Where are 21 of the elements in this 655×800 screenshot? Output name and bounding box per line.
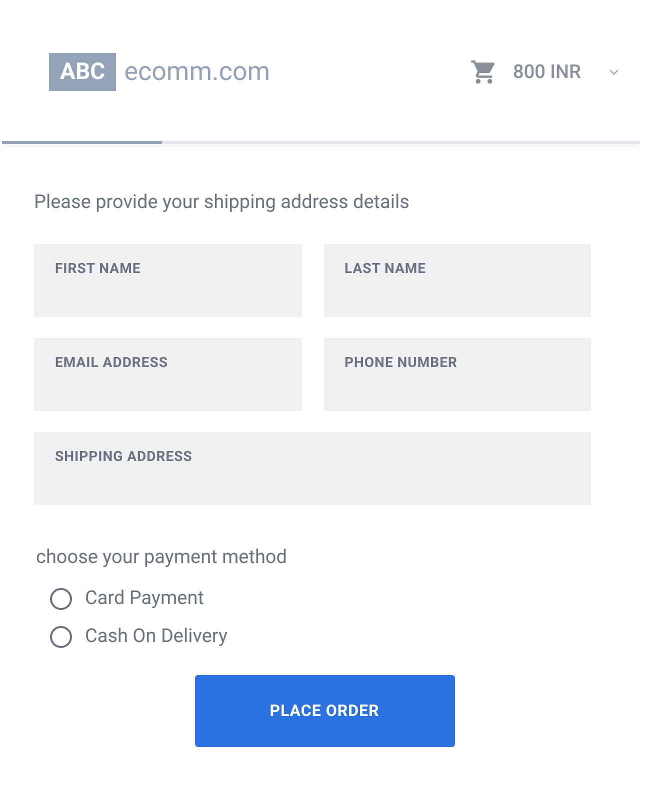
form-heading: Please provide your shipping address details xyxy=(34,190,410,214)
input-field[interactable]: EMAIL ADDRESS xyxy=(34,338,302,411)
field-label: FIRST NAME xyxy=(55,261,141,277)
logo-text: ecomm.com xyxy=(124,56,270,88)
field-label: EMAIL ADDRESS xyxy=(55,355,168,371)
input-field[interactable]: LAST NAME xyxy=(324,244,591,317)
input-field[interactable]: FIRST NAME xyxy=(34,244,302,317)
field-label: PHONE NUMBER xyxy=(344,355,458,371)
radio-label: Cash On Delivery xyxy=(85,623,228,650)
cart-total: 800 INR xyxy=(513,58,581,85)
chevron-down-icon[interactable] xyxy=(609,69,619,75)
logo-badge: ABC xyxy=(49,53,116,91)
input-field[interactable]: SHIPPING ADDRESS xyxy=(34,432,591,505)
radio-button[interactable] xyxy=(50,626,72,648)
radio-button[interactable] xyxy=(50,588,72,610)
input-field[interactable]: PHONE NUMBER xyxy=(324,338,591,411)
radio-label: Card Payment xyxy=(85,585,204,612)
payment-heading: choose your payment method xyxy=(36,544,288,570)
place-order-button[interactable]: PLACE ORDER xyxy=(194,674,454,746)
field-label: LAST NAME xyxy=(344,261,426,277)
field-label: SHIPPING ADDRESS xyxy=(55,449,192,465)
